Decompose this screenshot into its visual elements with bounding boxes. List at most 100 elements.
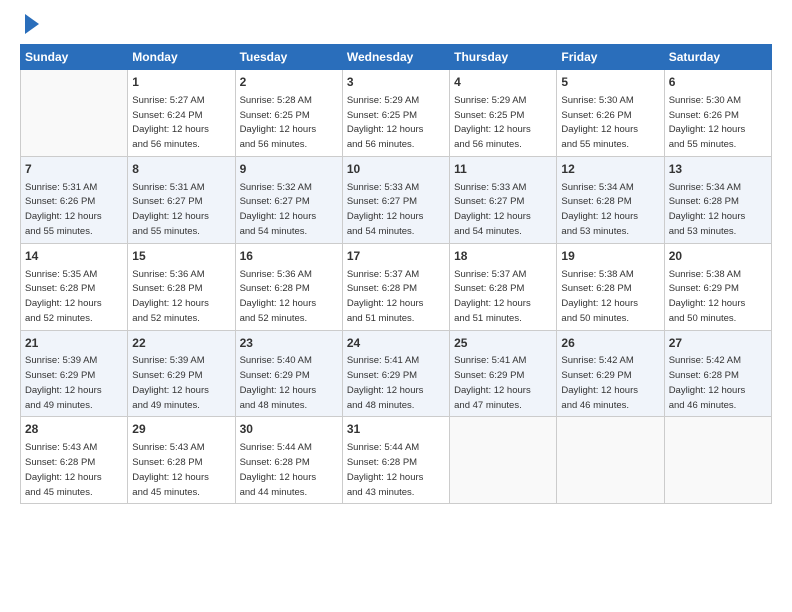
day-number: 24 <box>347 335 445 352</box>
day-number: 1 <box>132 74 230 91</box>
header-cell-tuesday: Tuesday <box>235 45 342 70</box>
day-number: 3 <box>347 74 445 91</box>
calendar-cell: 13 Sunrise: 5:34 AM Sunset: 6:28 PM Dayli… <box>664 156 771 243</box>
day-info: Sunrise: 5:35 AM Sunset: 6:28 PM Dayligh… <box>25 269 102 324</box>
calendar-cell: 6 Sunrise: 5:30 AM Sunset: 6:26 PM Daylig… <box>664 70 771 157</box>
day-number: 6 <box>669 74 767 91</box>
calendar-cell: 8Sunrise: 5:31 AM Sunset: 6:27 PM Daylig… <box>128 156 235 243</box>
week-row-3: 14Sunrise: 5:35 AM Sunset: 6:28 PM Dayli… <box>21 243 772 330</box>
calendar-cell: 17 Sunrise: 5:37 AM Sunset: 6:28 PM Dayli… <box>342 243 449 330</box>
calendar-cell: 25Sunrise: 5:41 AM Sunset: 6:29 PM Dayli… <box>450 330 557 417</box>
day-info: Sunrise: 5:39 AM Sunset: 6:29 PM Dayligh… <box>25 355 102 410</box>
day-info: Sunrise: 5:33 AM Sunset: 6:27 PM Dayligh… <box>454 182 531 237</box>
day-number: 27 <box>669 335 767 352</box>
day-info: Sunrise: 5:34 AM Sunset: 6:28 PM Dayligh… <box>669 182 746 237</box>
day-number: 23 <box>240 335 338 352</box>
day-number: 2 <box>240 74 338 91</box>
day-number: 13 <box>669 161 767 178</box>
day-number: 22 <box>132 335 230 352</box>
day-info: Sunrise: 5:44 AM Sunset: 6:28 PM Dayligh… <box>347 442 424 497</box>
day-number: 15 <box>132 248 230 265</box>
calendar-cell: 24 Sunrise: 5:41 AM Sunset: 6:29 PM Dayli… <box>342 330 449 417</box>
calendar-cell: 31Sunrise: 5:44 AM Sunset: 6:28 PM Dayli… <box>342 417 449 504</box>
week-row-2: 7Sunrise: 5:31 AM Sunset: 6:26 PM Daylig… <box>21 156 772 243</box>
day-info: Sunrise: 5:41 AM Sunset: 6:29 PM Dayligh… <box>454 355 531 410</box>
day-info: Sunrise: 5:27 AM Sunset: 6:24 PM Dayligh… <box>132 95 209 150</box>
calendar-cell: 3 Sunrise: 5:29 AM Sunset: 6:25 PM Daylig… <box>342 70 449 157</box>
day-number: 16 <box>240 248 338 265</box>
calendar-header: SundayMondayTuesdayWednesdayThursdayFrid… <box>21 45 772 70</box>
calendar-cell: 12 Sunrise: 5:34 AM Sunset: 6:28 PM Dayli… <box>557 156 664 243</box>
logo <box>20 16 39 34</box>
day-number: 17 <box>347 248 445 265</box>
calendar-cell: 21 Sunrise: 5:39 AM Sunset: 6:29 PM Dayli… <box>21 330 128 417</box>
calendar-cell: 9 Sunrise: 5:32 AM Sunset: 6:27 PM Daylig… <box>235 156 342 243</box>
day-info: Sunrise: 5:29 AM Sunset: 6:25 PM Dayligh… <box>454 95 531 150</box>
day-info: Sunrise: 5:38 AM Sunset: 6:29 PM Dayligh… <box>669 269 746 324</box>
calendar-cell: 30 Sunrise: 5:44 AM Sunset: 6:28 PM Dayli… <box>235 417 342 504</box>
calendar-cell: 1 Sunrise: 5:27 AM Sunset: 6:24 PM Daylig… <box>128 70 235 157</box>
header-cell-wednesday: Wednesday <box>342 45 449 70</box>
calendar-cell: 22Sunrise: 5:39 AM Sunset: 6:29 PM Dayli… <box>128 330 235 417</box>
header-cell-sunday: Sunday <box>21 45 128 70</box>
day-info: Sunrise: 5:34 AM Sunset: 6:28 PM Dayligh… <box>561 182 638 237</box>
calendar-cell: 28Sunrise: 5:43 AM Sunset: 6:28 PM Dayli… <box>21 417 128 504</box>
day-number: 12 <box>561 161 659 178</box>
day-info: Sunrise: 5:32 AM Sunset: 6:27 PM Dayligh… <box>240 182 317 237</box>
calendar-cell: 26Sunrise: 5:42 AM Sunset: 6:29 PM Dayli… <box>557 330 664 417</box>
day-number: 21 <box>25 335 123 352</box>
day-number: 10 <box>347 161 445 178</box>
header-cell-thursday: Thursday <box>450 45 557 70</box>
week-row-4: 21 Sunrise: 5:39 AM Sunset: 6:29 PM Dayli… <box>21 330 772 417</box>
header-row: SundayMondayTuesdayWednesdayThursdayFrid… <box>21 45 772 70</box>
calendar-cell: 29 Sunrise: 5:43 AM Sunset: 6:28 PM Dayli… <box>128 417 235 504</box>
day-number: 28 <box>25 421 123 438</box>
calendar-cell: 5Sunrise: 5:30 AM Sunset: 6:26 PM Daylig… <box>557 70 664 157</box>
day-info: Sunrise: 5:42 AM Sunset: 6:28 PM Dayligh… <box>669 355 746 410</box>
day-info: Sunrise: 5:29 AM Sunset: 6:25 PM Dayligh… <box>347 95 424 150</box>
day-number: 18 <box>454 248 552 265</box>
day-number: 29 <box>132 421 230 438</box>
day-number: 7 <box>25 161 123 178</box>
calendar-cell: 15 Sunrise: 5:36 AM Sunset: 6:28 PM Dayli… <box>128 243 235 330</box>
calendar-cell <box>450 417 557 504</box>
day-info: Sunrise: 5:30 AM Sunset: 6:26 PM Dayligh… <box>669 95 746 150</box>
header <box>20 16 772 34</box>
logo-arrow-icon <box>25 14 39 34</box>
day-info: Sunrise: 5:36 AM Sunset: 6:28 PM Dayligh… <box>132 269 209 324</box>
page: SundayMondayTuesdayWednesdayThursdayFrid… <box>0 0 792 612</box>
day-number: 30 <box>240 421 338 438</box>
calendar-cell: 16 Sunrise: 5:36 AM Sunset: 6:28 PM Dayli… <box>235 243 342 330</box>
week-row-5: 28 Sunrise: 5:43 AM Sunset: 6:28 PM Dayli… <box>21 417 772 504</box>
day-info: Sunrise: 5:44 AM Sunset: 6:28 PM Dayligh… <box>240 442 317 497</box>
day-info: Sunrise: 5:31 AM Sunset: 6:27 PM Dayligh… <box>132 182 209 237</box>
calendar-cell: 19 Sunrise: 5:38 AM Sunset: 6:28 PM Dayli… <box>557 243 664 330</box>
calendar-cell <box>664 417 771 504</box>
calendar-cell: 27 Sunrise: 5:42 AM Sunset: 6:28 PM Dayli… <box>664 330 771 417</box>
day-info: Sunrise: 5:40 AM Sunset: 6:29 PM Dayligh… <box>240 355 317 410</box>
header-cell-saturday: Saturday <box>664 45 771 70</box>
day-number: 26 <box>561 335 659 352</box>
day-number: 9 <box>240 161 338 178</box>
day-number: 4 <box>454 74 552 91</box>
calendar-cell: 4 Sunrise: 5:29 AM Sunset: 6:25 PM Daylig… <box>450 70 557 157</box>
day-info: Sunrise: 5:37 AM Sunset: 6:28 PM Dayligh… <box>347 269 424 324</box>
calendar-table: SundayMondayTuesdayWednesdayThursdayFrid… <box>20 44 772 504</box>
calendar-cell: 10 Sunrise: 5:33 AM Sunset: 6:27 PM Dayli… <box>342 156 449 243</box>
logo-text <box>20 16 39 34</box>
calendar-cell: 20 Sunrise: 5:38 AM Sunset: 6:29 PM Dayli… <box>664 243 771 330</box>
day-info: Sunrise: 5:38 AM Sunset: 6:28 PM Dayligh… <box>561 269 638 324</box>
day-info: Sunrise: 5:33 AM Sunset: 6:27 PM Dayligh… <box>347 182 424 237</box>
day-number: 5 <box>561 74 659 91</box>
header-cell-friday: Friday <box>557 45 664 70</box>
calendar-cell: 14Sunrise: 5:35 AM Sunset: 6:28 PM Dayli… <box>21 243 128 330</box>
day-number: 20 <box>669 248 767 265</box>
day-info: Sunrise: 5:36 AM Sunset: 6:28 PM Dayligh… <box>240 269 317 324</box>
calendar-cell: 7Sunrise: 5:31 AM Sunset: 6:26 PM Daylig… <box>21 156 128 243</box>
day-info: Sunrise: 5:28 AM Sunset: 6:25 PM Dayligh… <box>240 95 317 150</box>
day-info: Sunrise: 5:43 AM Sunset: 6:28 PM Dayligh… <box>132 442 209 497</box>
day-info: Sunrise: 5:41 AM Sunset: 6:29 PM Dayligh… <box>347 355 424 410</box>
calendar-cell <box>557 417 664 504</box>
calendar-cell <box>21 70 128 157</box>
day-number: 19 <box>561 248 659 265</box>
